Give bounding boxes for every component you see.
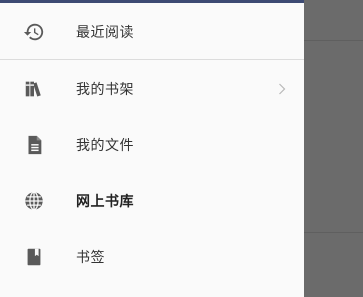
chevron-right-icon: [277, 82, 287, 96]
globe-icon: [22, 189, 46, 213]
scrim-divider: [304, 40, 363, 41]
drawer-item-label: 我的书架: [76, 82, 134, 98]
drawer-item-my-bookshelf[interactable]: 我的书架: [0, 61, 304, 117]
drawer-item-recent-reading[interactable]: 最近阅读: [0, 4, 304, 60]
top-accent-line: [0, 0, 304, 3]
drawer-item-label: 最近阅读: [76, 25, 134, 41]
scrim-divider: [304, 232, 363, 233]
content-scrim[interactable]: [304, 0, 363, 297]
drawer-item-bookmarks[interactable]: 书签: [0, 229, 304, 285]
drawer-item-online-library[interactable]: 网上书库: [0, 173, 304, 229]
bookshelf-icon: [22, 77, 46, 101]
navigation-drawer: 最近阅读 我的书架 我的文件 网上书库 书签: [0, 0, 304, 297]
drawer-item-label: 书签: [76, 250, 105, 266]
drawer-divider: [0, 59, 304, 60]
drawer-item-label: 网上书库: [76, 194, 134, 210]
drawer-item-my-files[interactable]: 我的文件: [0, 117, 304, 173]
document-icon: [22, 133, 46, 157]
history-icon: [22, 20, 46, 44]
drawer-item-label: 我的文件: [76, 138, 134, 154]
bookmark-icon: [22, 245, 46, 269]
